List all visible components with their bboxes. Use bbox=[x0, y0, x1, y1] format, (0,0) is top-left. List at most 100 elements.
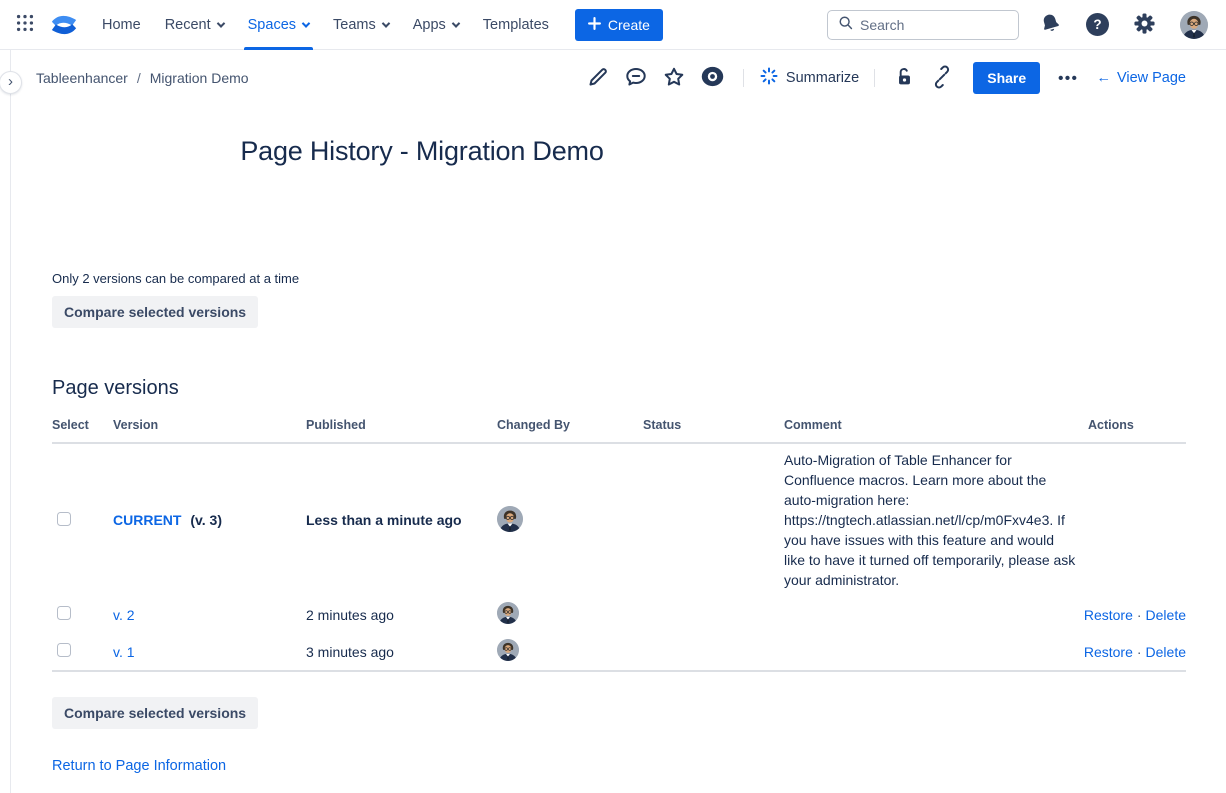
summarize-label: Summarize bbox=[786, 70, 859, 86]
breadcrumb: Tableenhancer / Migration Demo bbox=[36, 70, 249, 86]
actions-cell bbox=[1078, 443, 1186, 596]
create-button[interactable]: Create bbox=[575, 9, 663, 41]
toolbar-divider bbox=[874, 69, 875, 87]
version-row-current: CURRENT (v. 3) Less than a minute ago bbox=[52, 443, 1186, 596]
return-to-page-information-link[interactable]: Return to Page Information bbox=[52, 758, 226, 774]
share-button[interactable]: Share bbox=[973, 62, 1040, 94]
column-header-select: Select bbox=[52, 412, 113, 443]
nav-item-teams[interactable]: Teams bbox=[321, 0, 401, 50]
unlock-icon bbox=[893, 65, 916, 91]
table-header-row: Select Version Published Changed By Stat… bbox=[52, 412, 1186, 443]
status-cell bbox=[643, 596, 784, 633]
question-mark-icon: ? bbox=[1086, 13, 1109, 36]
star-button[interactable] bbox=[659, 62, 689, 95]
nav-item-templates[interactable]: Templates bbox=[471, 0, 561, 50]
eye-icon bbox=[700, 64, 725, 92]
restore-link[interactable]: Restore bbox=[1084, 644, 1133, 660]
search-input[interactable] bbox=[860, 17, 1009, 33]
grid-icon bbox=[14, 12, 36, 37]
version-comment: Auto-Migration of Table Enhancer for Con… bbox=[784, 443, 1078, 596]
search-icon bbox=[837, 14, 854, 36]
more-actions-button[interactable]: ••• bbox=[1054, 68, 1082, 89]
nav-item-label: Spaces bbox=[248, 17, 296, 33]
page-toolbar: Summarize Share ••• ← bbox=[583, 61, 1186, 95]
sidebar-rail bbox=[10, 50, 11, 793]
version-row-v2: v. 2 2 minutes ago bbox=[52, 596, 1186, 633]
published-time: 2 minutes ago bbox=[306, 596, 497, 633]
chevron-down-icon bbox=[302, 19, 310, 27]
actions-cell: Restore·Delete bbox=[1078, 633, 1186, 671]
version-number-suffix: (v. 3) bbox=[190, 512, 222, 528]
delete-link[interactable]: Delete bbox=[1146, 644, 1186, 660]
breadcrumb-page-link[interactable]: Migration Demo bbox=[150, 70, 249, 86]
confluence-logo-icon[interactable] bbox=[50, 12, 78, 38]
settings-button[interactable] bbox=[1129, 8, 1160, 42]
nav-item-apps[interactable]: Apps bbox=[401, 0, 471, 50]
gear-icon bbox=[1133, 12, 1156, 38]
nav-item-spaces[interactable]: Spaces bbox=[236, 0, 321, 50]
breadcrumb-space-link[interactable]: Tableenhancer bbox=[36, 70, 128, 86]
main-content: Page History - Migration Demo Only 2 ver… bbox=[0, 136, 1186, 775]
nav-item-recent[interactable]: Recent bbox=[153, 0, 236, 50]
copy-link-button[interactable] bbox=[927, 62, 957, 95]
version-comment bbox=[784, 633, 1078, 671]
nav-item-home[interactable]: Home bbox=[90, 0, 153, 50]
changed-by-avatar[interactable] bbox=[497, 506, 523, 532]
page-title: Page History - Migration Demo bbox=[52, 136, 792, 167]
nav-item-label: Recent bbox=[165, 17, 211, 33]
create-button-label: Create bbox=[608, 17, 650, 33]
version-comment bbox=[784, 596, 1078, 633]
link-icon bbox=[930, 65, 954, 92]
plus-icon bbox=[588, 17, 601, 33]
version-row-v1: v. 1 3 minutes ago bbox=[52, 633, 1186, 671]
profile-button[interactable] bbox=[1176, 7, 1212, 43]
version-checkbox[interactable] bbox=[57, 512, 71, 526]
arrow-left-icon: ← bbox=[1096, 70, 1111, 86]
pencil-icon bbox=[586, 65, 610, 92]
search-field[interactable] bbox=[827, 10, 1019, 40]
compare-selected-versions-button-top[interactable]: Compare selected versions bbox=[52, 296, 258, 328]
nav-item-label: Teams bbox=[333, 17, 376, 33]
page-versions-heading: Page versions bbox=[52, 377, 1186, 400]
actions-cell: Restore·Delete bbox=[1078, 596, 1186, 633]
column-header-actions: Actions bbox=[1078, 412, 1186, 443]
chevron-down-icon bbox=[216, 19, 224, 27]
page-versions-table: Select Version Published Changed By Stat… bbox=[52, 412, 1186, 672]
restrictions-button[interactable] bbox=[890, 62, 919, 94]
top-navigation: Home Recent Spaces Teams Apps Templates … bbox=[0, 0, 1226, 50]
column-header-published: Published bbox=[306, 412, 497, 443]
chevron-right-icon: › bbox=[8, 74, 13, 89]
nav-item-label: Templates bbox=[483, 17, 549, 33]
app-switcher-button[interactable] bbox=[10, 8, 40, 41]
version-link[interactable]: v. 2 bbox=[113, 607, 135, 623]
changed-by-avatar[interactable] bbox=[497, 602, 519, 624]
restore-link[interactable]: Restore bbox=[1084, 607, 1133, 623]
version-checkbox[interactable] bbox=[57, 643, 71, 657]
actions-separator: · bbox=[1137, 607, 1142, 623]
compare-hint-text: Only 2 versions can be compared at a tim… bbox=[52, 271, 1186, 286]
view-page-link[interactable]: ← View Page bbox=[1096, 70, 1186, 86]
edit-button[interactable] bbox=[583, 62, 613, 95]
watch-button[interactable] bbox=[697, 61, 728, 95]
delete-link[interactable]: Delete bbox=[1146, 607, 1186, 623]
bell-icon bbox=[1039, 12, 1062, 38]
status-cell bbox=[643, 633, 784, 671]
status-cell bbox=[643, 443, 784, 596]
comment-button[interactable] bbox=[621, 62, 651, 95]
nav-item-label: Apps bbox=[413, 17, 446, 33]
changed-by-avatar[interactable] bbox=[497, 639, 519, 661]
help-button[interactable]: ? bbox=[1082, 9, 1113, 40]
notifications-button[interactable] bbox=[1035, 8, 1066, 42]
page-header-bar: Tableenhancer / Migration Demo bbox=[0, 50, 1226, 106]
actions-separator: · bbox=[1137, 644, 1142, 660]
version-link-current[interactable]: CURRENT bbox=[113, 512, 181, 528]
version-link[interactable]: v. 1 bbox=[113, 644, 135, 660]
nav-item-label: Home bbox=[102, 17, 141, 33]
comment-bubble-icon bbox=[624, 65, 648, 92]
column-header-version: Version bbox=[113, 412, 306, 443]
compare-selected-versions-button-bottom[interactable]: Compare selected versions bbox=[52, 697, 258, 729]
breadcrumb-separator: / bbox=[137, 70, 141, 86]
expand-sidebar-button[interactable]: › bbox=[0, 71, 22, 94]
summarize-button[interactable]: Summarize bbox=[759, 66, 859, 90]
version-checkbox[interactable] bbox=[57, 606, 71, 620]
